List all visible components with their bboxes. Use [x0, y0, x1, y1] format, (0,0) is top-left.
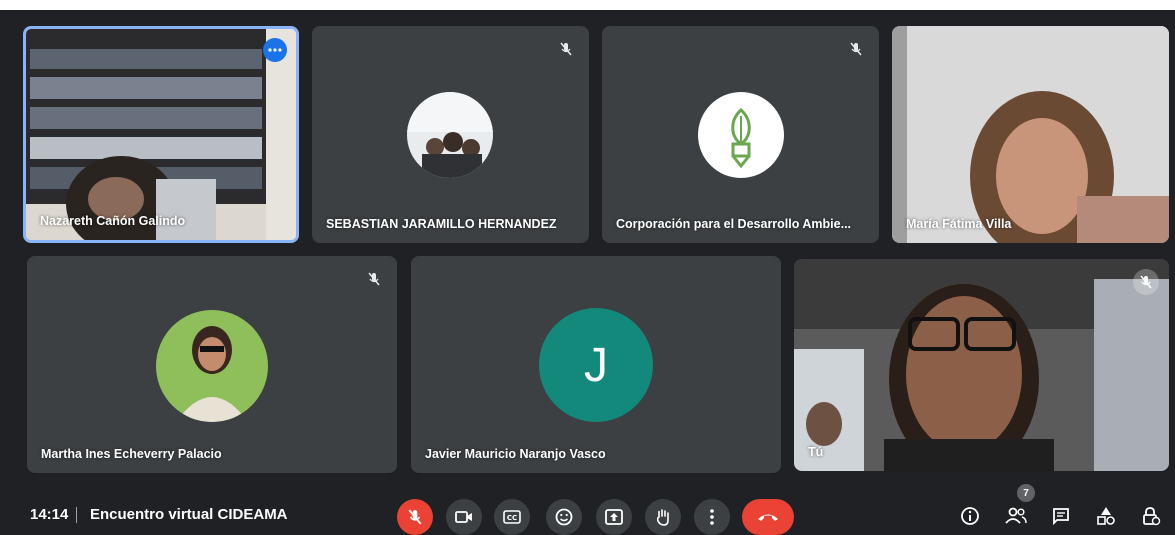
meeting-title: Encuentro virtual CIDEAMA: [90, 506, 288, 523]
participant-video: [892, 26, 1169, 243]
bottom-control-bar: 14:14 Encuentro virtual CIDEAMA CC: [0, 488, 1175, 535]
end-call-icon: [758, 514, 778, 521]
people-icon: [1005, 507, 1027, 524]
divider: [76, 507, 77, 523]
hand-icon: [656, 509, 669, 526]
participant-tile-martha[interactable]: Martha Ines Echeverry Palacio: [27, 256, 397, 473]
leaf-pencil-icon: [731, 107, 751, 169]
activities-shapes-icon: [1097, 507, 1115, 525]
participant-name: SEBASTIAN JARAMILLO HERNANDEZ: [326, 217, 557, 231]
mic-off-icon: [368, 272, 380, 286]
participant-name: Tú: [808, 445, 824, 459]
host-controls-button[interactable]: [1138, 503, 1164, 529]
organization-logo: [698, 92, 784, 178]
participant-name: Javier Mauricio Naranjo Vasco: [425, 447, 606, 461]
activities-button[interactable]: [1093, 503, 1119, 529]
leave-call-button[interactable]: [742, 499, 794, 535]
participant-name: Martha Ines Echeverry Palacio: [41, 447, 222, 461]
captions-button[interactable]: CC: [494, 499, 530, 535]
meeting-details-button[interactable]: [957, 503, 983, 529]
lock-person-icon: [1143, 507, 1161, 526]
present-screen-icon: [605, 509, 623, 525]
participant-video: [26, 29, 296, 240]
people-count-badge: 7: [1017, 484, 1035, 502]
mic-off-icon: [408, 509, 422, 525]
participant-tile-javier[interactable]: J Javier Mauricio Naranjo Vasco: [411, 256, 781, 473]
more-options-button[interactable]: [694, 499, 730, 535]
chat-button[interactable]: [1048, 503, 1074, 529]
microphone-toggle-button[interactable]: [397, 499, 433, 535]
more-dots-icon: [268, 48, 282, 52]
mic-off-icon: [560, 42, 572, 56]
raise-hand-button[interactable]: [645, 499, 681, 535]
mic-off-icon: [1140, 275, 1152, 289]
mic-off-icon: [850, 42, 862, 56]
reactions-button[interactable]: [546, 499, 582, 535]
mic-off-indicator: [843, 36, 869, 62]
emoji-icon: [555, 508, 573, 526]
participant-name: Nazareth Cañón Galindo: [40, 214, 186, 228]
participant-avatar: [407, 92, 493, 178]
people-button[interactable]: [1003, 503, 1029, 529]
participant-name: Corporación para el Desarrollo Ambie...: [616, 217, 852, 231]
participant-avatar: [156, 310, 268, 422]
participant-tile-corporacion[interactable]: Corporación para el Desarrollo Ambie...: [602, 26, 879, 243]
closed-captions-icon: CC: [503, 510, 521, 524]
svg-text:CC: CC: [507, 514, 517, 522]
camera-toggle-button[interactable]: [446, 499, 482, 535]
mic-off-indicator: [1133, 269, 1159, 295]
camera-icon: [455, 511, 472, 523]
more-vert-icon: [710, 509, 714, 525]
chat-icon: [1053, 508, 1069, 525]
participant-tile-maria[interactable]: María Fátima Villa: [892, 26, 1169, 243]
top-band: [0, 0, 1175, 10]
mic-off-indicator: [361, 266, 387, 292]
participant-tile-sebastian[interactable]: SEBASTIAN JARAMILLO HERNANDEZ: [312, 26, 589, 243]
more-options-button[interactable]: [263, 38, 287, 62]
mic-off-indicator: [553, 36, 579, 62]
participant-tile-self[interactable]: Tú: [794, 259, 1169, 471]
participant-video: [794, 259, 1169, 471]
info-icon: [961, 507, 979, 525]
participant-initial-avatar: J: [539, 308, 653, 422]
present-screen-button[interactable]: [596, 499, 632, 535]
avatar-initial: J: [584, 338, 608, 392]
participant-name: María Fátima Villa: [906, 217, 1012, 231]
meeting-clock: 14:14: [30, 506, 69, 523]
participant-tile-nazareth[interactable]: Nazareth Cañón Galindo: [23, 26, 299, 243]
